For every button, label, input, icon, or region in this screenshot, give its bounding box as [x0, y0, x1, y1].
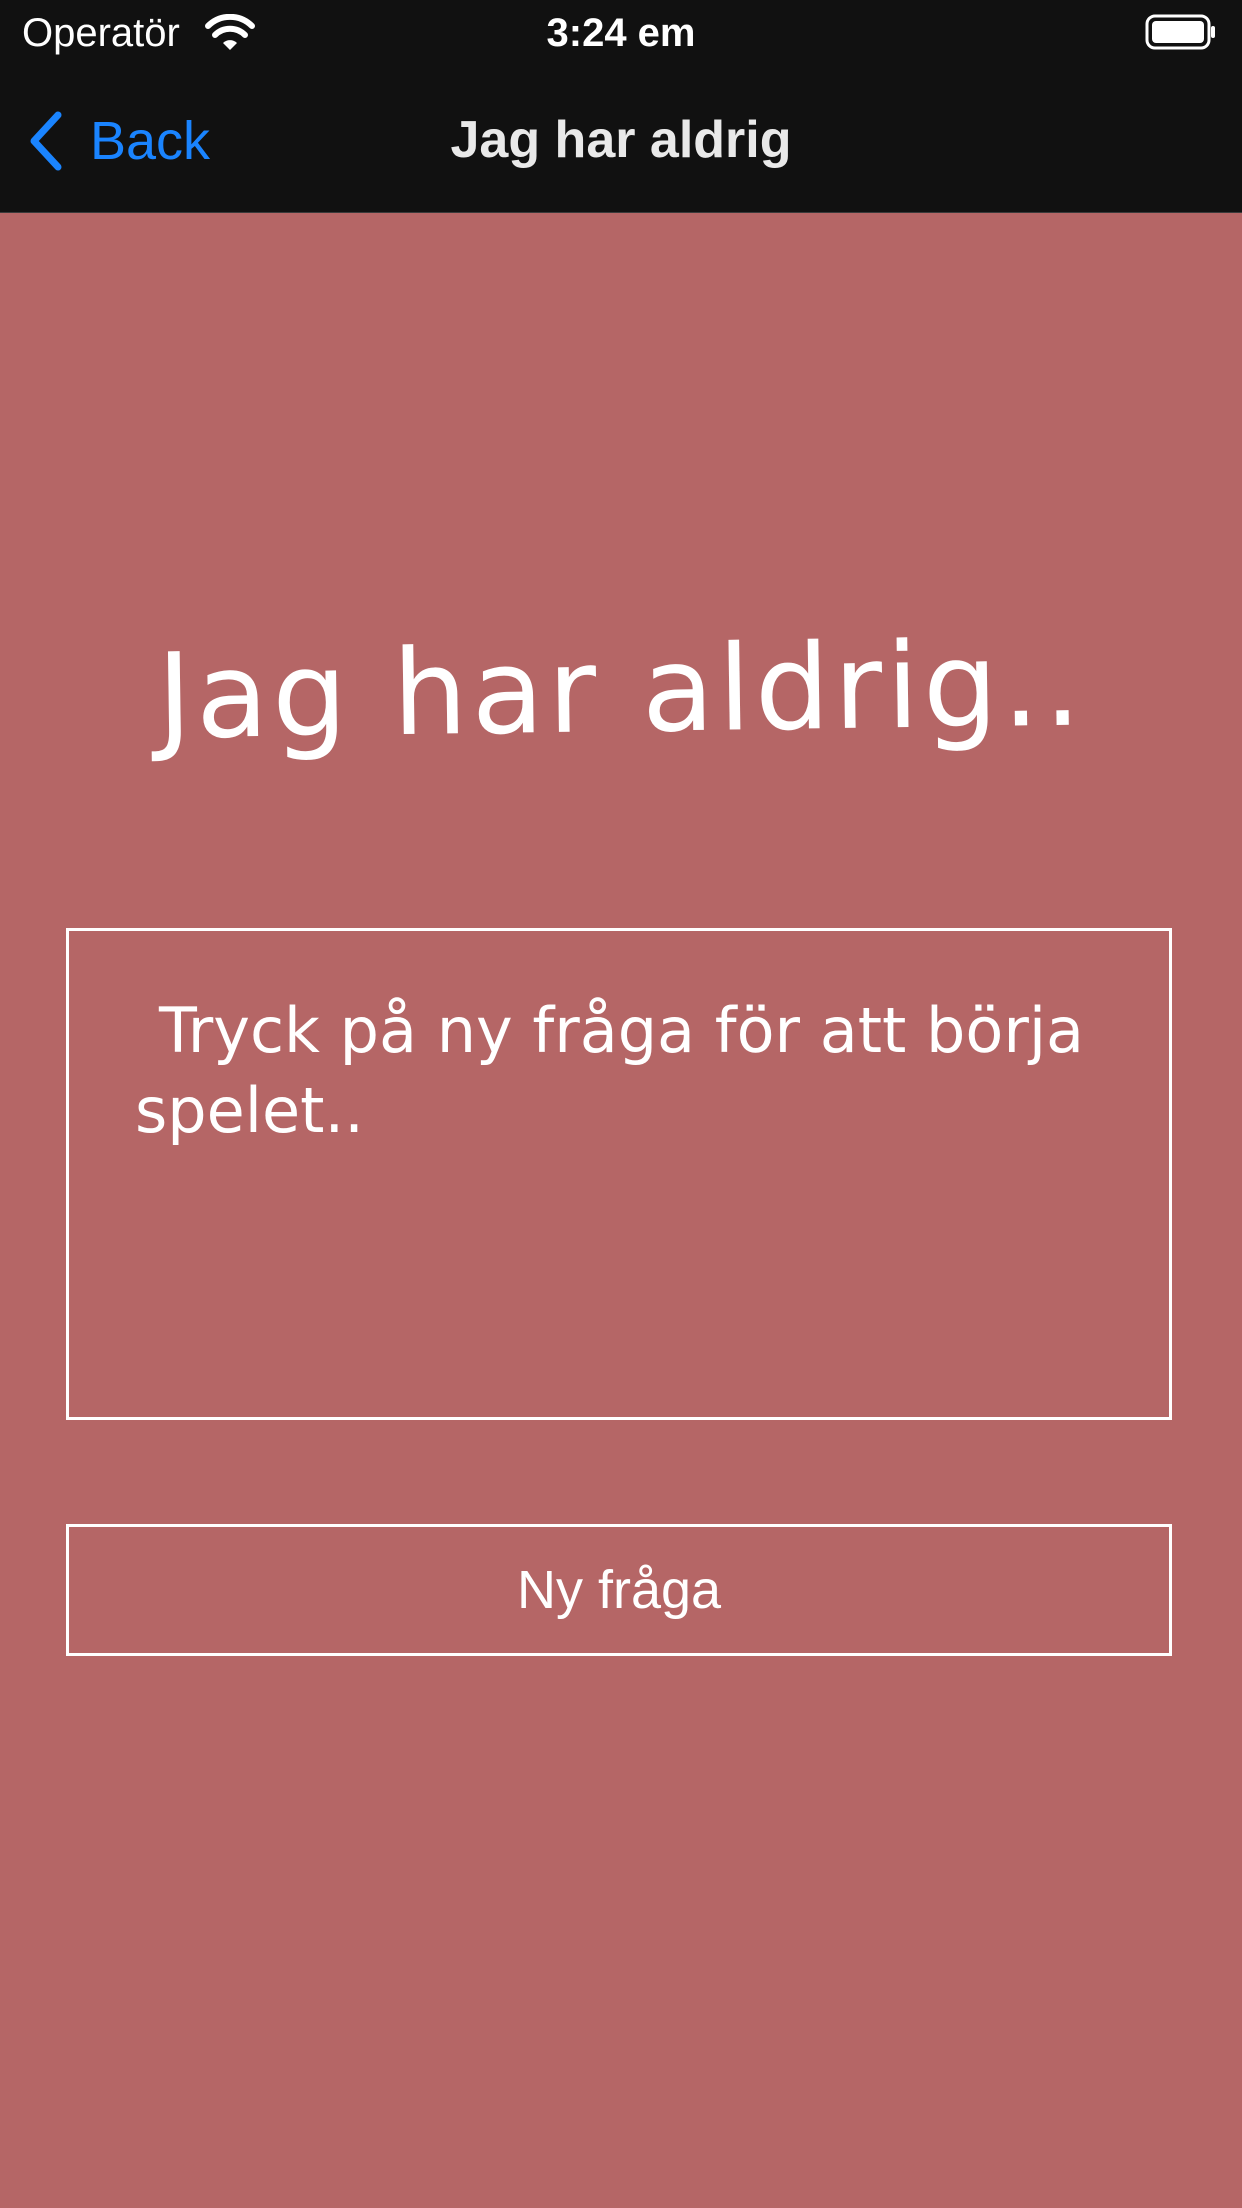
status-bar: Operatör 3:24 em [0, 0, 1242, 66]
status-time: 3:24 em [546, 11, 696, 55]
battery-icon [1145, 14, 1215, 50]
navigation-bar: Back Jag har aldrig [0, 66, 1242, 213]
new-question-button[interactable]: Ny fråga [66, 1524, 1172, 1656]
question-text: Tryck på ny fråga för att börja spelet.. [135, 994, 1085, 1147]
question-box: Tryck på ny fråga för att börja spelet.. [66, 928, 1172, 1420]
nav-title: Jag har aldrig [450, 111, 792, 169]
page-heading: Jag har aldrig.. [156, 614, 1086, 766]
